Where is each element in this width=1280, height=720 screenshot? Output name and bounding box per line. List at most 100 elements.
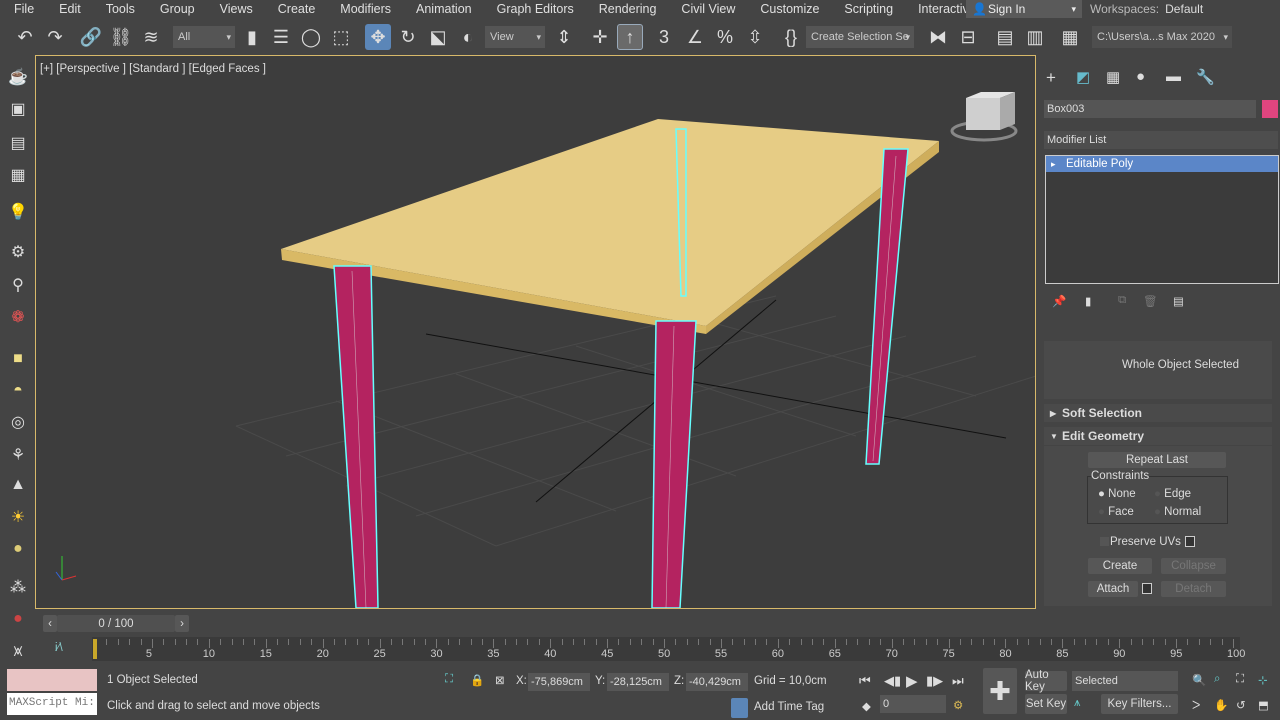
rotate-icon[interactable]: ↻ (395, 24, 421, 50)
pan-icon[interactable]: ✋ (1214, 698, 1228, 712)
window-crossing-icon[interactable]: ⬚ (328, 24, 354, 50)
auto-key-button[interactable]: Auto Key (1025, 669, 1067, 693)
zoom-extents-icon[interactable]: ⛶ (1236, 673, 1244, 686)
next-key-icon[interactable]: ▮▶ (926, 673, 943, 689)
teapot-icon[interactable]: ☕ (7, 66, 29, 88)
scene-explorer-icon[interactable]: ▤ (992, 24, 1018, 50)
edit-geometry-rollout[interactable]: ▼ Edit Geometry (1044, 427, 1272, 445)
menu-rendering[interactable]: Rendering (585, 2, 668, 16)
time-tag-icon[interactable] (731, 698, 748, 718)
time-slider[interactable]: ‹ 0 / 100 › (35, 612, 1280, 636)
viewcube[interactable] (950, 92, 1018, 142)
field-of-view-icon[interactable]: ᐳ (1192, 698, 1200, 712)
menu-civil-view[interactable]: Civil View (667, 2, 746, 16)
object-color-swatch[interactable] (1262, 100, 1278, 118)
project-folder-dropdown[interactable]: C:\Users\a...s Max 2020 (1092, 26, 1232, 48)
selection-region-icon[interactable]: ◯ (298, 24, 324, 50)
create-tab-icon[interactable]: + (1046, 68, 1056, 88)
material-editor-icon[interactable]: ▣ (7, 98, 29, 120)
set-key-big-icon[interactable]: ✚ (983, 668, 1017, 714)
object-name-input[interactable]: Box003 (1044, 100, 1256, 118)
box-icon[interactable]: ■ (7, 348, 29, 370)
percent-snap-icon[interactable]: % (712, 24, 738, 50)
zoom-all-icon[interactable]: ⌕ (1214, 673, 1220, 686)
z-coordinate-field[interactable]: -40,429cm (686, 673, 748, 691)
orbit-icon[interactable]: ↺ (1236, 698, 1246, 712)
collapse-button[interactable]: Collapse (1161, 558, 1226, 574)
current-frame-marker[interactable] (93, 639, 97, 659)
hierarchy-tab-icon[interactable]: ▦ (1106, 68, 1120, 86)
maxscript-input[interactable]: MAXScript Mi: (7, 693, 97, 715)
modifier-list-dropdown[interactable]: Modifier List (1044, 131, 1278, 149)
go-to-start-icon[interactable]: ⏮ (859, 673, 871, 689)
sphere-icon[interactable]: ◓ (7, 380, 29, 402)
menu-graph-editors[interactable]: Graph Editors (483, 2, 585, 16)
curve-editor-toggle-icon[interactable]: i∕\ (55, 642, 63, 654)
play-icon[interactable]: ▶ (906, 672, 918, 690)
select-object-icon[interactable]: ▮ (239, 24, 265, 50)
ribbon-icon[interactable]: ▦ (1057, 24, 1083, 50)
camera-icon[interactable]: ⚙ (7, 241, 29, 263)
menu-modifiers[interactable]: Modifiers (326, 2, 402, 16)
menu-scripting[interactable]: Scripting (830, 2, 904, 16)
current-frame-field[interactable]: 0 (880, 695, 946, 713)
maxscript-listener-output[interactable] (7, 669, 97, 691)
move-icon[interactable]: ✥ (365, 24, 391, 50)
named-selection-icon[interactable]: {} (778, 24, 804, 50)
keyboard-shortcut-override-icon[interactable]: ↑ (617, 24, 643, 50)
create-selection-set-dropdown[interactable]: Create Selection Se (806, 26, 914, 48)
modify-tab-icon[interactable]: ◩ (1076, 68, 1090, 86)
set-key-button[interactable]: Set Key (1025, 694, 1067, 714)
scale-icon[interactable]: ⬕ (425, 24, 451, 50)
detach-button[interactable]: Detach (1161, 581, 1226, 597)
create-button[interactable]: Create (1088, 558, 1152, 574)
workspaces-selector[interactable]: Workspaces: Default (1090, 0, 1203, 18)
menu-create[interactable]: Create (264, 2, 327, 16)
pivot-icon[interactable]: ⇕ (551, 24, 577, 50)
expand-arrow-icon[interactable]: ▸ (1051, 156, 1056, 172)
selection-filter-dropdown[interactable]: All (173, 26, 235, 48)
cylinder-icon[interactable]: ● (7, 538, 29, 560)
redo-icon[interactable]: ↷ (42, 24, 68, 50)
repeat-last-button[interactable]: Repeat Last (1088, 452, 1226, 468)
physics-icon[interactable]: ● (7, 608, 29, 630)
y-coordinate-field[interactable]: -28,125cm (607, 673, 669, 691)
reference-coordinate-dropdown[interactable]: View (485, 26, 545, 48)
constraint-normal-radio[interactable]: ● Normal (1154, 506, 1201, 518)
viewport-label[interactable]: [+] [Perspective ] [Standard ] [Edged Fa… (40, 63, 266, 75)
unlink-icon[interactable]: ⛓ (108, 24, 134, 50)
stack-item-editable-poly[interactable]: ▸ Editable Poly (1046, 156, 1278, 172)
align-icon[interactable]: ⊟ (955, 24, 981, 50)
make-unique-icon[interactable]: ⧉ (1118, 294, 1126, 307)
sun-icon[interactable]: ☀ (7, 506, 29, 528)
zoom-icon[interactable]: 🔍 (1192, 673, 1206, 687)
particles-icon[interactable]: ⁂ (7, 576, 29, 598)
go-to-end-icon[interactable]: ⏭ (952, 673, 964, 689)
cone-icon[interactable]: ▲ (7, 474, 29, 496)
configure-sets-icon[interactable]: ▤ (1173, 294, 1184, 308)
timeline-track[interactable]: 5 10 15 20 25 30 35 40 45 50 55 60 65 70 75 80 85 90 95 100 (92, 637, 1245, 661)
zoom-extents-all-icon[interactable]: ⊹ (1258, 673, 1268, 687)
preserve-uvs-checkbox[interactable] (1100, 537, 1109, 546)
mirror-icon[interactable]: ⧓ (925, 24, 951, 50)
display-tab-icon[interactable]: ▬ (1166, 68, 1181, 85)
angle-snap-icon[interactable]: ∠ (682, 24, 708, 50)
key-filters-button[interactable]: Key Filters... (1101, 694, 1178, 714)
light-icon[interactable]: 💡 (7, 201, 29, 223)
absolute-mode-icon[interactable]: ⊠ (495, 673, 505, 687)
menu-edit[interactable]: Edit (45, 2, 92, 16)
utilities-tab-icon[interactable]: 🔧 (1196, 68, 1215, 86)
menu-animation[interactable]: Animation (402, 2, 483, 16)
constraint-none-radio[interactable]: ● None (1098, 488, 1136, 500)
x-coordinate-field[interactable]: -75,869cm (528, 673, 590, 691)
soft-selection-rollout[interactable]: ▶ Soft Selection (1044, 404, 1272, 422)
isolate-selection-icon[interactable]: ⛶ (445, 673, 453, 686)
select-manipulate-icon[interactable]: ✛ (587, 24, 613, 50)
maximize-viewport-icon[interactable]: ⬒ (1258, 698, 1269, 712)
select-by-name-icon[interactable]: ☰ (268, 24, 294, 50)
time-slider-thumb[interactable]: 0 / 100 (57, 615, 175, 632)
time-configuration-icon[interactable]: ⚙ (953, 698, 963, 712)
placement-icon[interactable]: ◐ (455, 24, 481, 50)
rendered-frame-icon[interactable]: ▦ (7, 164, 29, 186)
layer-explorer-icon[interactable]: ▥ (1022, 24, 1048, 50)
